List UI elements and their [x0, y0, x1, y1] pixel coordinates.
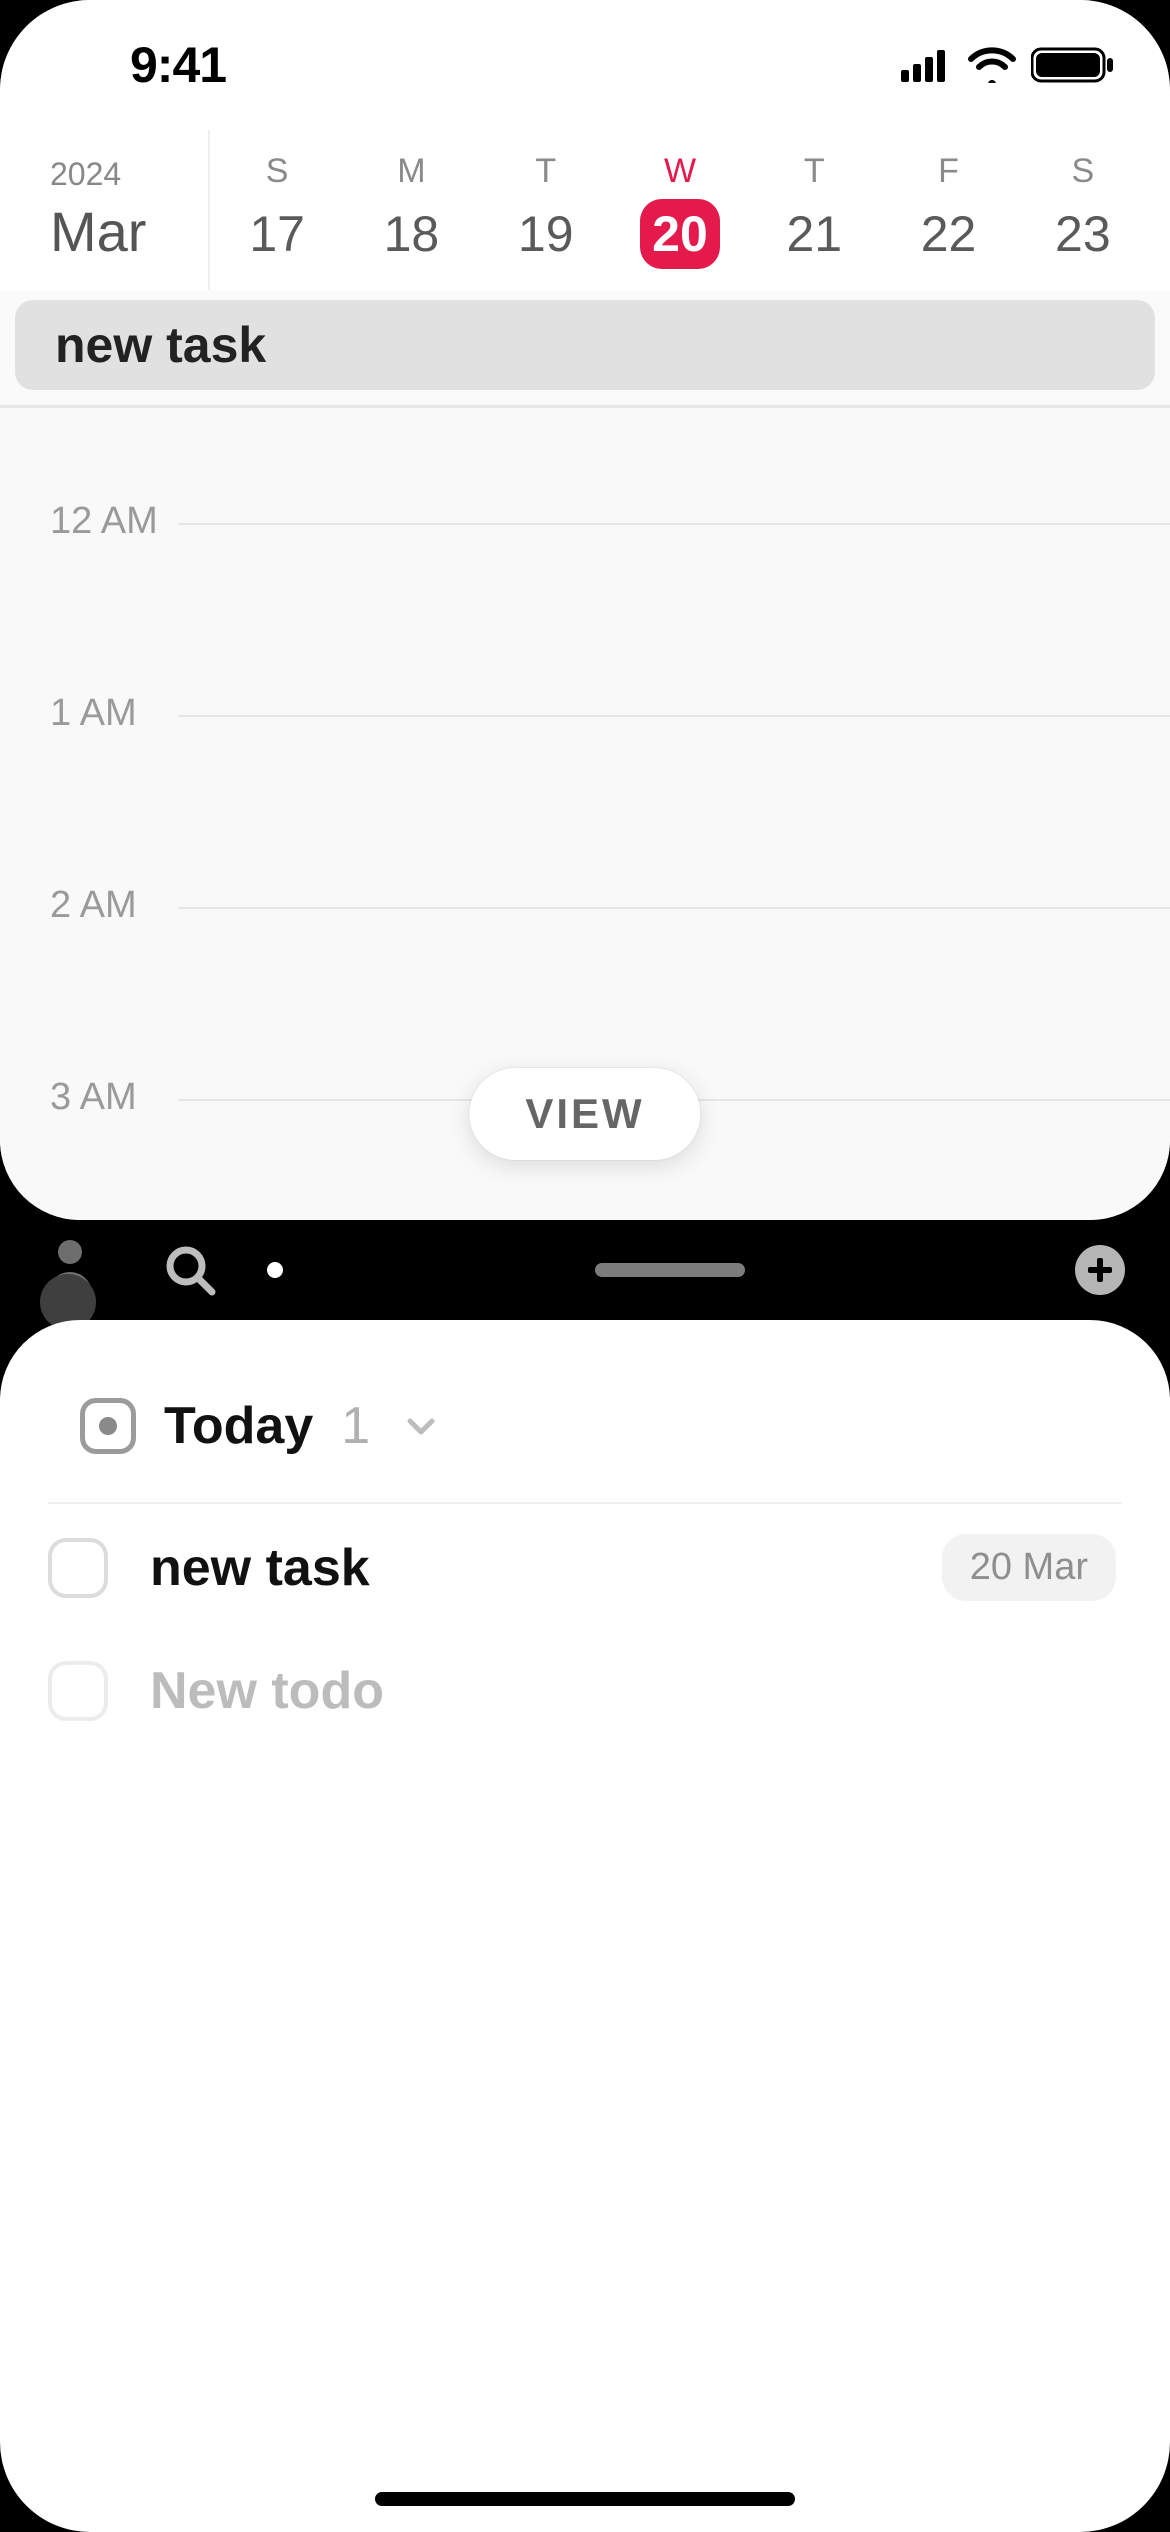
search-icon [162, 1242, 218, 1298]
week-header: 2024 Mar S 17 M 18 T 19 W 20 T 21 F 22 S 23 [0, 130, 1170, 290]
list-title: Today [164, 1396, 313, 1456]
task-checkbox[interactable] [48, 1538, 108, 1598]
calendar-day-panel: 9:41 [0, 0, 1170, 1220]
new-todo-placeholder: New todo [150, 1661, 1116, 1721]
today-list-panel: Today 1 new task20 Mar New todo [0, 1320, 1170, 2532]
home-indicator[interactable] [375, 2492, 795, 2506]
month-label: Mar [50, 199, 146, 264]
day-col-21[interactable]: T 21 [747, 130, 881, 290]
day-col-18[interactable]: M 18 [344, 130, 478, 290]
hour-label: 2 AM [50, 884, 137, 927]
hour-row[interactable]: 2 AM [0, 792, 1170, 984]
day-letter: S [1071, 152, 1094, 191]
day-number: 21 [774, 199, 854, 269]
drag-pill-icon [595, 1263, 745, 1277]
hour-line [178, 715, 1170, 717]
days-row: S 17 M 18 T 19 W 20 T 21 F 22 S 23 [210, 130, 1170, 290]
status-indicators [901, 46, 1115, 84]
new-todo-row[interactable]: New todo [0, 1631, 1170, 1751]
day-letter: W [664, 152, 696, 191]
day-col-20[interactable]: W 20 [613, 130, 747, 290]
list-app-icon [80, 1398, 136, 1454]
hour-row[interactable]: 12 AM [0, 408, 1170, 600]
day-number: 19 [506, 199, 586, 269]
list-count: 1 [341, 1396, 370, 1456]
year-label: 2024 [50, 156, 121, 193]
task-row[interactable]: new task20 Mar [0, 1504, 1170, 1631]
plus-icon [1075, 1245, 1125, 1295]
cellular-icon [901, 48, 953, 82]
day-col-23[interactable]: S 23 [1016, 130, 1150, 290]
add-button[interactable] [1030, 1220, 1170, 1320]
day-letter: M [397, 152, 425, 191]
day-letter: F [938, 152, 959, 191]
page-indicator [240, 1262, 310, 1278]
hour-label: 12 AM [50, 500, 158, 543]
new-todo-checkbox[interactable] [48, 1661, 108, 1721]
app-toolbar [0, 1220, 1170, 1320]
day-number: 17 [237, 199, 317, 269]
status-time: 9:41 [130, 36, 226, 94]
view-button[interactable]: VIEW [469, 1068, 700, 1160]
task-date-badge: 20 Mar [942, 1534, 1116, 1601]
wifi-icon [967, 47, 1017, 83]
hour-label: 3 AM [50, 1076, 137, 1119]
toolbar-drag-handle[interactable] [310, 1263, 1030, 1277]
day-letter: T [804, 152, 825, 191]
day-col-22[interactable]: F 22 [881, 130, 1015, 290]
battery-icon [1031, 46, 1115, 84]
day-number: 20 [640, 199, 720, 269]
day-number: 22 [909, 199, 989, 269]
status-bar: 9:41 [0, 0, 1170, 130]
hour-line [178, 523, 1170, 525]
chevron-down-icon [402, 1407, 440, 1445]
day-letter: T [535, 152, 556, 191]
day-col-19[interactable]: T 19 [479, 130, 613, 290]
day-number: 18 [371, 199, 451, 269]
day-number: 23 [1043, 199, 1123, 269]
search-button[interactable] [140, 1220, 240, 1320]
hour-label: 1 AM [50, 692, 137, 735]
year-month-button[interactable]: 2024 Mar [0, 130, 210, 290]
hour-row[interactable]: 1 AM [0, 600, 1170, 792]
list-header[interactable]: Today 1 [0, 1320, 1170, 1476]
profile-button[interactable] [0, 1220, 140, 1320]
day-col-17[interactable]: S 17 [210, 130, 344, 290]
hour-line [178, 907, 1170, 909]
event-title: new task [55, 316, 266, 374]
all-day-event[interactable]: new task [15, 300, 1155, 390]
task-label: new task [150, 1538, 942, 1598]
day-letter: S [266, 152, 289, 191]
